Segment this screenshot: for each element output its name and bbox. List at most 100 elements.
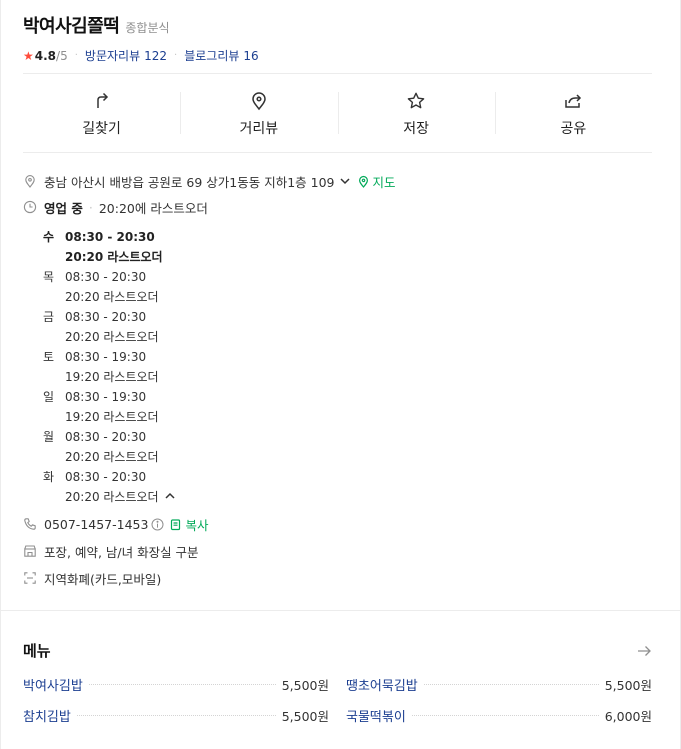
opening-time: 08:30 - 20:30 bbox=[65, 430, 147, 444]
directions-icon bbox=[96, 92, 108, 108]
menu-item-price: 5,500원 bbox=[281, 708, 329, 724]
menu-section: 메뉴 박여사김밥 5,500원 땡초어묵김밥 5,500원 참치김밥 5,500… bbox=[23, 640, 652, 725]
hours-day-item: 금 08:30 - 20:30 20:20 라스트오더 bbox=[43, 307, 652, 347]
day-label: 금 bbox=[43, 310, 55, 324]
menu-item-name: 박여사김밥 bbox=[23, 678, 83, 694]
map-link[interactable]: 지도 bbox=[357, 172, 396, 191]
day-label: 목 bbox=[43, 270, 55, 284]
chevron-up-icon[interactable] bbox=[164, 490, 176, 502]
day-label: 화 bbox=[43, 470, 55, 484]
action-bar: 길찾기 거리뷰 저장 공유 bbox=[23, 87, 652, 139]
visitor-review-link[interactable]: 방문자리뷰 122 bbox=[85, 47, 167, 64]
save-label: 저장 bbox=[403, 121, 429, 137]
rating-value: 4.8 bbox=[34, 48, 57, 63]
last-order-time: 20:20 라스트오더 bbox=[65, 450, 159, 464]
divider bbox=[23, 73, 652, 74]
streetview-button[interactable]: 거리뷰 bbox=[180, 87, 337, 139]
dotted-leader bbox=[411, 714, 599, 716]
last-order-time: 19:20 라스트오더 bbox=[65, 410, 159, 424]
menu-item-price: 6,000원 bbox=[604, 708, 652, 724]
blog-review-link[interactable]: 블로그리뷰 16 bbox=[184, 47, 258, 64]
hours-day-item: 목 08:30 - 20:30 20:20 라스트오더 bbox=[43, 267, 652, 307]
clock-icon bbox=[23, 200, 37, 214]
address-row: 충남 아산시 배방읍 공원로 69 상가1동동 지하1층 109 지도 bbox=[23, 170, 652, 192]
rating-review-row: ★ 4.8 /5 · 방문자리뷰 122 · 블로그리뷰 16 bbox=[23, 47, 652, 64]
place-category: 종합분식 bbox=[125, 21, 170, 35]
save-button[interactable]: 저장 bbox=[337, 87, 495, 139]
last-order-time: 20:20 라스트오더 bbox=[65, 290, 159, 304]
copy-label: 복사 bbox=[185, 517, 209, 533]
day-label: 월 bbox=[43, 430, 55, 444]
chevron-down-icon[interactable] bbox=[339, 175, 351, 187]
place-detail-panel: 박여사김쫄떡 종합분식 ★ 4.8 /5 · 방문자리뷰 122 · 블로그리뷰 1… bbox=[0, 0, 681, 749]
separator-dot: · bbox=[88, 199, 93, 215]
address-text: 충남 아산시 배방읍 공원로 69 상가1동동 지하1층 109 bbox=[44, 174, 335, 190]
business-status-detail: 20:20에 라스트오더 bbox=[98, 200, 208, 216]
streetview-label: 거리뷰 bbox=[239, 121, 279, 137]
menu-item[interactable]: 국물떡볶이 6,000원 bbox=[346, 706, 652, 725]
visitor-review-count: 122 bbox=[144, 49, 168, 63]
phone-icon bbox=[24, 518, 36, 530]
map-pin-icon bbox=[358, 175, 368, 188]
menu-item-name: 참치김밥 bbox=[23, 709, 71, 725]
menu-item-name: 국물떡볶이 bbox=[346, 709, 406, 725]
store-icon bbox=[24, 545, 36, 557]
visitor-review-label: 방문자리뷰 bbox=[84, 49, 141, 63]
menu-item[interactable]: 땡초어묵김밥 5,500원 bbox=[346, 675, 652, 694]
location-pin-icon bbox=[25, 175, 35, 188]
dotted-leader bbox=[423, 683, 599, 685]
menu-item[interactable]: 박여사김밥 5,500원 bbox=[23, 675, 329, 694]
day-label: 수 bbox=[43, 230, 55, 244]
arrow-right-icon[interactable] bbox=[636, 643, 652, 659]
phone-number: 0507-1457-1453 bbox=[44, 516, 149, 532]
share-label: 공유 bbox=[560, 121, 587, 137]
star-icon: ★ bbox=[23, 48, 34, 63]
hours-day-item: 토 08:30 - 19:30 19:20 라스트오더 bbox=[43, 347, 652, 387]
last-order-time: 20:20 라스트오더 bbox=[65, 330, 159, 344]
hours-day-item: 수 08:30 - 20:30 20:20 라스트오더 bbox=[43, 227, 652, 267]
menu-item[interactable]: 참치김밥 5,500원 bbox=[23, 706, 329, 725]
rating-scale: /5 bbox=[56, 48, 68, 63]
copy-phone-button[interactable]: 복사 bbox=[169, 515, 208, 534]
dotted-leader bbox=[76, 714, 276, 716]
last-order-time: 19:20 라스트오더 bbox=[65, 370, 159, 384]
menu-item-name: 땡초어묵김밥 bbox=[346, 678, 418, 694]
info-section: 충남 아산시 배방읍 공원로 69 상가1동동 지하1층 109 지도 영업 중… bbox=[23, 170, 652, 589]
dotted-leader bbox=[88, 683, 276, 685]
info-circle-icon[interactable] bbox=[151, 518, 164, 531]
day-label: 일 bbox=[43, 390, 55, 404]
divider bbox=[23, 152, 652, 153]
hours-day-item: 화 08:30 - 20:30 20:20 라스트오더 bbox=[43, 467, 652, 507]
copy-icon bbox=[171, 518, 181, 530]
place-name: 박여사김쫄떡 bbox=[23, 16, 120, 37]
section-divider bbox=[1, 610, 680, 611]
day-label: 토 bbox=[43, 350, 55, 364]
hours-list: 수 08:30 - 20:30 20:20 라스트오더 목 08:30 - 20… bbox=[43, 227, 652, 507]
menu-header: 메뉴 bbox=[23, 640, 652, 661]
last-order-time: 20:20 라스트오더 bbox=[65, 490, 159, 504]
payment-row: 지역화폐(카드,모바일) bbox=[23, 567, 652, 589]
opening-time: 08:30 - 19:30 bbox=[65, 390, 147, 404]
opening-time: 08:30 - 20:30 bbox=[65, 270, 147, 284]
last-order-time: 20:20 라스트오더 bbox=[65, 250, 163, 264]
facilities-text: 포장, 예약, 남/녀 화장실 구분 bbox=[44, 544, 199, 560]
business-hours-row[interactable]: 영업 중 · 20:20에 라스트오더 bbox=[23, 196, 652, 218]
menu-title: 메뉴 bbox=[23, 642, 51, 660]
blog-review-label: 블로그리뷰 bbox=[184, 49, 240, 63]
facilities-row: 포장, 예약, 남/녀 화장실 구분 bbox=[23, 540, 652, 562]
streetview-pin-icon bbox=[252, 92, 266, 111]
share-button[interactable]: 공유 bbox=[494, 87, 652, 139]
opening-time: 08:30 - 20:30 bbox=[65, 310, 147, 324]
phone-row: 0507-1457-1453 복사 bbox=[23, 513, 652, 535]
directions-label: 길찾기 bbox=[82, 121, 121, 137]
place-header: 박여사김쫄떡 종합분식 ★ 4.8 /5 · 방문자리뷰 122 · 블로그리뷰 1… bbox=[23, 12, 652, 64]
blog-review-count: 16 bbox=[243, 49, 259, 63]
menu-list: 박여사김밥 5,500원 땡초어묵김밥 5,500원 참치김밥 5,500원 국… bbox=[23, 675, 652, 725]
hours-day-item: 월 08:30 - 20:30 20:20 라스트오더 bbox=[43, 427, 652, 467]
scan-payment-icon bbox=[24, 572, 36, 584]
separator-dot: · bbox=[74, 50, 78, 61]
directions-button[interactable]: 길찾기 bbox=[23, 87, 180, 139]
star-outline-icon bbox=[407, 92, 425, 109]
opening-time: 08:30 - 19:30 bbox=[65, 350, 147, 364]
hours-day-item: 일 08:30 - 19:30 19:20 라스트오더 bbox=[43, 387, 652, 427]
